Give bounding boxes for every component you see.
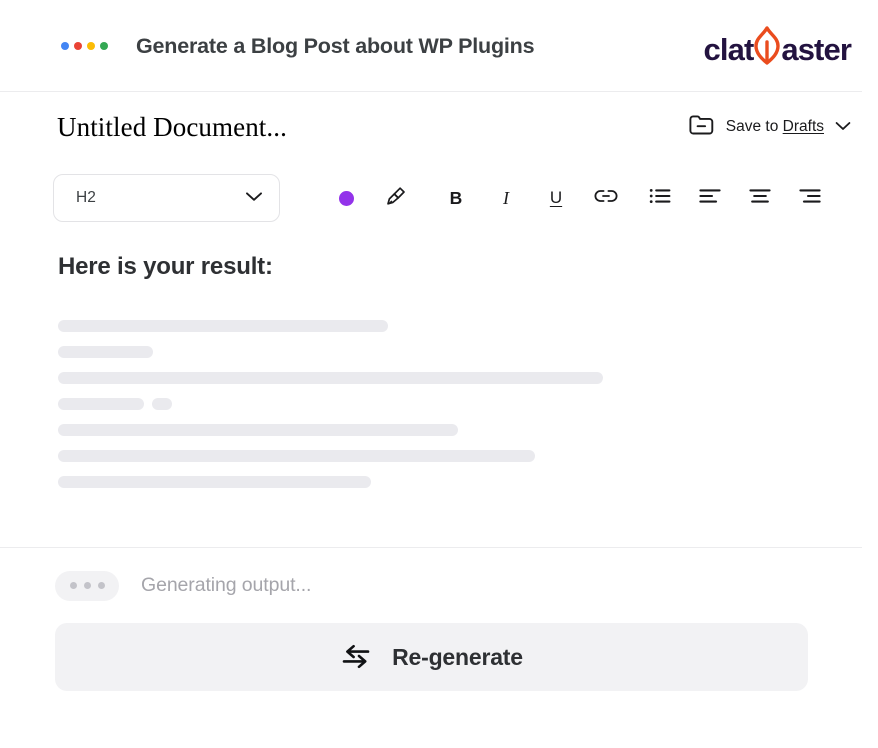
- skeleton-bar: [58, 450, 535, 462]
- link-icon: [594, 188, 618, 209]
- brand-logo: clat aster: [703, 26, 852, 68]
- skeleton-row: [58, 346, 851, 358]
- skeleton-row: [58, 450, 851, 462]
- generation-status-row: Generating output...: [55, 548, 851, 623]
- skeleton-row: [58, 424, 851, 436]
- editor-canvas[interactable]: Here is your result:: [0, 255, 878, 580]
- page-title: Generate a Blog Post about WP Plugins: [136, 33, 535, 58]
- typing-dot: [97, 582, 105, 589]
- chevron-down-icon[interactable]: [835, 118, 851, 136]
- chevron-down-icon: [245, 189, 263, 207]
- brand-text-part1: clat: [703, 32, 755, 67]
- skeleton-row: [58, 372, 851, 384]
- swap-arrows-icon: [340, 643, 372, 672]
- text-color-button[interactable]: [321, 178, 371, 218]
- typing-dot: [83, 582, 91, 589]
- status-dots-cluster: [61, 42, 108, 50]
- folder-minus-icon: [688, 113, 715, 142]
- skeleton-bar: [58, 346, 153, 358]
- formatting-tools: B I U: [321, 178, 835, 218]
- color-swatch-icon: [338, 190, 354, 206]
- skeleton-bar: [58, 320, 388, 332]
- align-right-button[interactable]: [785, 178, 835, 218]
- regenerate-label: Re-generate: [392, 643, 523, 670]
- dot-blue-icon: [61, 42, 69, 50]
- save-to-drafts-control[interactable]: Save to Drafts: [688, 113, 851, 142]
- content-skeleton: [58, 320, 851, 488]
- highlighter-button[interactable]: [371, 178, 421, 218]
- regenerate-button[interactable]: Re-generate: [55, 623, 808, 691]
- text-style-select[interactable]: H2: [53, 174, 280, 222]
- highlighter-pen-icon: [385, 185, 407, 212]
- text-style-value: H2: [76, 189, 96, 206]
- brand-flame-m-icon: [752, 26, 782, 65]
- bullet-list-icon: [649, 187, 671, 210]
- bold-button[interactable]: B: [431, 178, 481, 218]
- link-button[interactable]: [581, 178, 631, 218]
- save-to-drafts-label: Save to Drafts: [725, 118, 824, 135]
- align-left-button[interactable]: [685, 178, 735, 218]
- skeleton-bar: [152, 398, 172, 410]
- typing-dots-icon: [55, 570, 119, 601]
- skeleton-bar: [58, 476, 371, 488]
- skeleton-row: [58, 320, 851, 332]
- skeleton-bar: [58, 398, 144, 410]
- skeleton-bar: [58, 372, 603, 384]
- app-topbar: Generate a Blog Post about WP Plugins cl…: [0, 0, 878, 92]
- align-left-icon: [699, 187, 721, 210]
- document-header: Untitled Document... Save to Drafts: [0, 92, 878, 162]
- align-center-button[interactable]: [735, 178, 785, 218]
- document-title-input[interactable]: Untitled Document...: [57, 112, 287, 143]
- dot-red-icon: [74, 42, 82, 50]
- align-center-icon: [749, 187, 771, 210]
- underline-button[interactable]: U: [531, 178, 581, 218]
- generation-status-text: Generating output...: [141, 574, 312, 596]
- editor-toolbar: H2 B I U: [0, 162, 878, 234]
- generation-footer: Generating output... Re-generate: [0, 548, 878, 748]
- dot-green-icon: [100, 42, 108, 50]
- italic-button[interactable]: I: [481, 178, 531, 218]
- skeleton-row: [58, 398, 851, 410]
- dot-yellow-icon: [87, 42, 95, 50]
- bullet-list-button[interactable]: [635, 178, 685, 218]
- align-right-icon: [799, 187, 821, 210]
- typing-dot: [69, 582, 77, 589]
- skeleton-bar: [58, 424, 458, 436]
- skeleton-row: [58, 476, 851, 488]
- brand-text-part2: aster: [781, 32, 852, 67]
- result-heading: Here is your result:: [58, 253, 273, 280]
